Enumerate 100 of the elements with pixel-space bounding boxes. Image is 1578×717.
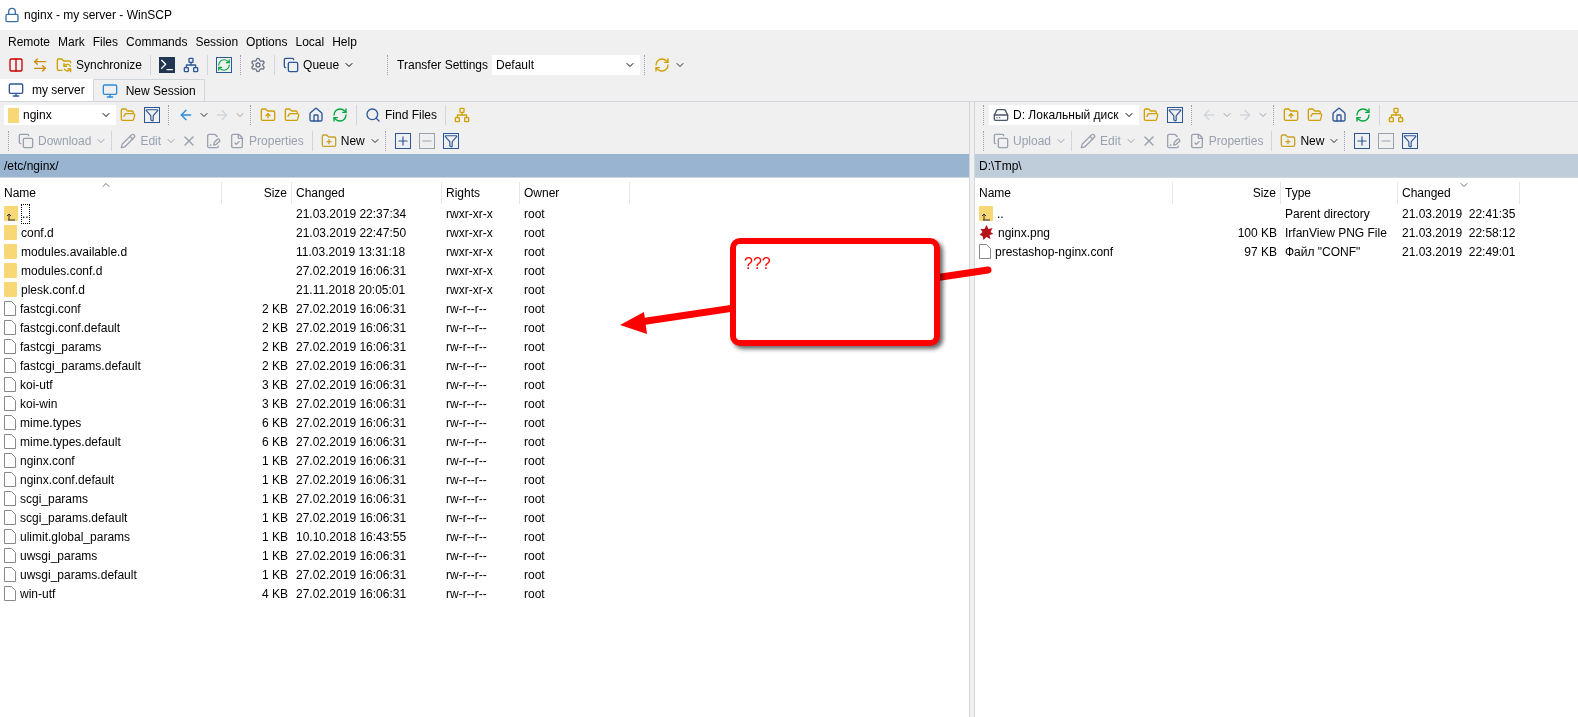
file-name: koi-utf: [20, 376, 53, 394]
owner-text: root: [524, 510, 545, 525]
folder-icon: [4, 282, 17, 297]
date-text: 27.02.2019 16:06:31: [296, 472, 407, 487]
location-dropdown[interactable]: nginx: [4, 105, 116, 125]
owner-text: root: [524, 491, 545, 506]
rename-icon[interactable]: [1164, 133, 1181, 149]
menu-item[interactable]: Mark: [54, 33, 89, 51]
exchange-icon[interactable]: [32, 57, 48, 73]
rights-text: rw-r--r--: [446, 586, 487, 601]
terminal-icon[interactable]: [159, 57, 176, 73]
plus-icon[interactable]: [394, 133, 411, 149]
open-folder-icon[interactable]: [1143, 107, 1159, 123]
open-folder-icon[interactable]: [120, 107, 136, 123]
refresh-icon[interactable]: [1355, 107, 1371, 123]
refresh-icon[interactable]: [332, 107, 348, 123]
tree-icon[interactable]: [1388, 107, 1404, 123]
rename-icon[interactable]: [205, 133, 222, 149]
filter-icon[interactable]: [1167, 107, 1183, 123]
menu-item[interactable]: Remote: [4, 33, 55, 51]
network-icon[interactable]: [183, 57, 200, 73]
settings-icon[interactable]: [250, 57, 267, 73]
folder-icon: [4, 244, 17, 259]
forward-icon[interactable]: [1237, 107, 1253, 123]
file-icon: [4, 529, 16, 544]
owner-text: root: [524, 396, 545, 411]
date-text: 27.02.2019 16:06:31: [296, 510, 407, 525]
menu-item[interactable]: Session: [191, 33, 243, 51]
file-name: mime.types.default: [20, 433, 121, 451]
date-text: 27.02.2019 16:06:31: [296, 301, 407, 316]
rights-text: rw-r--r--: [446, 567, 487, 582]
column-header[interactable]: Size: [222, 182, 292, 204]
size-text: 1 KB: [262, 528, 288, 546]
transfer-settings-dropdown[interactable]: Default: [492, 55, 640, 75]
column-header[interactable]: Name: [0, 182, 222, 204]
size-text: 1 KB: [262, 471, 288, 489]
drive-icon: [993, 107, 1009, 123]
transfer-settings-label: Transfer Settings: [396, 57, 489, 74]
session-tab[interactable]: New Session: [92, 79, 205, 101]
column-header[interactable]: Rights: [442, 182, 520, 204]
file-name: conf.d: [21, 224, 54, 242]
file-icon: [979, 244, 991, 259]
rights-text: rw-r--r--: [446, 453, 487, 468]
synchronize-button[interactable]: Synchronize: [52, 56, 147, 74]
size-text: 97 KB: [1244, 243, 1277, 261]
owner-text: root: [524, 567, 545, 582]
size-text: 1 KB: [262, 452, 288, 470]
filter-icon[interactable]: [144, 107, 160, 123]
file-icon: [4, 434, 16, 449]
back-icon[interactable]: [1201, 107, 1217, 123]
minus-icon[interactable]: [1378, 133, 1395, 149]
filter-icon[interactable]: [1402, 133, 1419, 149]
owner-text: root: [524, 282, 545, 297]
date-text: 27.02.2019 16:06:31: [296, 377, 407, 392]
type-text: Parent directory: [1285, 206, 1370, 221]
new-folder-icon[interactable]: [320, 133, 337, 149]
minus-icon[interactable]: [418, 133, 435, 149]
column-header[interactable]: Changed: [292, 182, 442, 204]
sync-icon[interactable]: [654, 57, 670, 73]
filter-icon[interactable]: [442, 133, 459, 149]
monitor-icon: [8, 82, 24, 98]
image-file-icon: [979, 225, 994, 240]
forward-icon[interactable]: [214, 107, 230, 123]
file-name: koi-win: [20, 395, 58, 413]
column-header[interactable]: Size: [1173, 182, 1281, 204]
file-name: mime.types: [20, 414, 82, 432]
toolbar-button[interactable]: New: [316, 130, 369, 152]
home-icon[interactable]: [1331, 107, 1347, 123]
menu-item[interactable]: Local: [291, 33, 329, 51]
refresh-icon[interactable]: [216, 57, 233, 73]
queue-button[interactable]: Queue: [279, 56, 360, 74]
column-header[interactable]: Name: [975, 182, 1173, 204]
column-header[interactable]: Owner: [520, 182, 630, 204]
menu-item[interactable]: Options: [242, 33, 292, 51]
column-header[interactable]: Type: [1281, 182, 1398, 204]
date-text: 27.02.2019 16:06:31: [296, 453, 407, 468]
column-header[interactable]: Changed: [1398, 182, 1520, 204]
folder-icon: [8, 107, 19, 123]
plus-icon[interactable]: [1354, 133, 1371, 149]
file-icon: [4, 567, 16, 582]
new-folder-icon[interactable]: [1280, 133, 1297, 149]
rights-text: rw-r--r--: [446, 320, 487, 335]
toolbar-button[interactable]: New: [1276, 130, 1329, 152]
file-name: prestashop-nginx.conf: [995, 243, 1114, 261]
menu-item[interactable]: Help: [328, 33, 361, 51]
owner-text: root: [524, 586, 545, 601]
menu-item[interactable]: Commands: [122, 33, 192, 51]
date-text: 27.02.2019 16:06:31: [296, 339, 407, 354]
session-tab[interactable]: my server: [0, 79, 93, 101]
tree-icon[interactable]: [454, 107, 470, 123]
rights-text: rwxr-xr-x: [446, 263, 493, 278]
parent-folder-icon[interactable]: [260, 107, 276, 123]
drive-dropdown[interactable]: D: Локальный диск: [989, 105, 1139, 125]
date-text: 21.03.2019 22:37:34: [296, 206, 407, 221]
file-icon: [4, 339, 16, 354]
parent-folder-icon[interactable]: [1283, 107, 1299, 123]
home-icon[interactable]: [308, 107, 324, 123]
back-icon[interactable]: [178, 107, 194, 123]
find-files-button[interactable]: Find Files: [361, 106, 441, 124]
menu-item[interactable]: Files: [88, 33, 123, 51]
